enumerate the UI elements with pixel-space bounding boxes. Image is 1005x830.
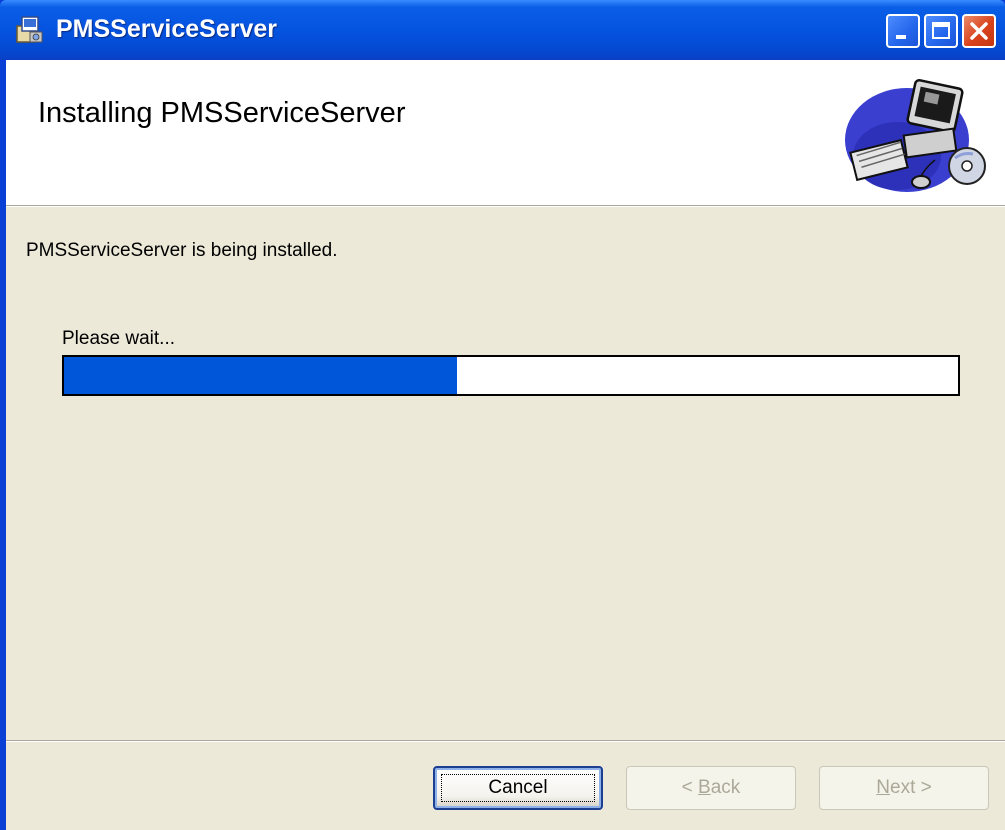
header-banner: Installing PMSServiceServer <box>6 60 1005 205</box>
next-button-accelerator: N <box>876 777 890 798</box>
install-status-text: PMSServiceServer is being installed. <box>26 240 338 261</box>
minimize-icon <box>896 35 906 39</box>
next-button-label: Next > <box>876 777 931 799</box>
next-button[interactable]: Next > <box>819 766 989 810</box>
back-button-label: < Back <box>682 777 741 799</box>
title-bar[interactable]: PMSServiceServer <box>0 0 1005 60</box>
focus-rectangle <box>441 774 595 802</box>
installer-package-icon <box>14 14 46 46</box>
banner-divider-highlight <box>6 206 1005 207</box>
back-button-accelerator: B <box>698 777 711 798</box>
cancel-button[interactable]: Cancel <box>433 766 603 810</box>
close-button[interactable] <box>962 14 996 48</box>
maximize-button[interactable] <box>924 14 958 48</box>
back-button-text: ack <box>710 777 741 798</box>
next-button-text: ext > <box>890 777 932 798</box>
please-wait-label: Please wait... <box>62 328 175 349</box>
progress-bar-fill <box>64 357 458 394</box>
page-title: Installing PMSServiceServer <box>38 97 406 129</box>
minimize-button[interactable] <box>886 14 920 48</box>
maximize-icon <box>932 22 950 39</box>
close-icon <box>970 22 988 40</box>
button-bar-divider-highlight <box>6 741 1005 742</box>
dialog-client-area: Installing PMSServiceServer PMSServiceSe… <box>6 60 1005 830</box>
installer-window: PMSServiceServer Installing PMSServiceSe… <box>0 0 1005 830</box>
back-button[interactable]: < Back <box>626 766 796 810</box>
back-button-arrow: < <box>681 777 699 798</box>
computer-with-cd-icon <box>839 74 989 198</box>
window-title: PMSServiceServer <box>56 15 277 43</box>
progress-bar <box>62 355 960 396</box>
